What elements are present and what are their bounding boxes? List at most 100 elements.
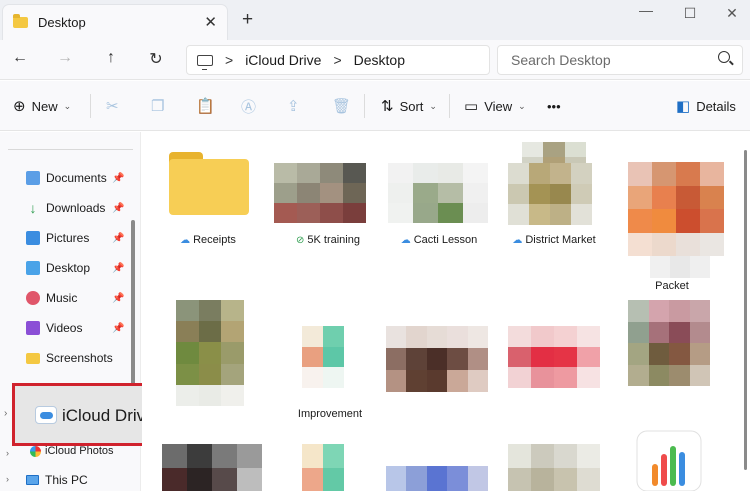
address-bar-row: ← → ↑ ↻ > iCloud Drive > Desktop — [0, 40, 750, 80]
view-button[interactable]: ▭ View ⌄ — [464, 81, 526, 131]
music-icon — [26, 291, 40, 305]
image-thumbnail — [508, 163, 592, 225]
image-thumbnail — [388, 163, 488, 223]
chevron-right-icon[interactable]: › — [6, 448, 9, 458]
pin-icon[interactable]: 📌 — [112, 203, 124, 214]
sort-button[interactable]: ⇅ Sort ⌄ — [381, 81, 437, 131]
cloud-icon: ☁ — [180, 235, 191, 246]
divider — [8, 149, 133, 150]
cloud-icon: ☁ — [400, 235, 411, 246]
folder-icon — [26, 352, 40, 364]
search-input[interactable] — [497, 45, 743, 75]
image-thumbnail — [274, 163, 366, 223]
sidebar-item-pictures[interactable]: Pictures 📌 — [26, 226, 126, 250]
image-thumbnail — [302, 444, 344, 491]
sidebar-item-music[interactable]: Music 📌 — [26, 286, 126, 310]
file-item[interactable] — [162, 444, 266, 491]
cut-button[interactable]: ✂ — [106, 81, 119, 131]
breadcrumb[interactable]: > iCloud Drive > Desktop — [186, 45, 490, 75]
sidebar-item-documents[interactable]: Documents 📌 — [26, 166, 126, 190]
file-item[interactable] — [626, 300, 730, 410]
videos-icon — [26, 321, 40, 335]
file-item[interactable] — [386, 300, 490, 410]
photos-icon — [30, 445, 41, 457]
file-item[interactable]: ☁ Receipts — [142, 132, 249, 252]
rename-button[interactable]: Ⓐ — [241, 81, 256, 131]
pin-icon[interactable]: 📌 — [112, 173, 124, 184]
sidebar-item-label: This PC — [45, 473, 88, 487]
sidebar-item-downloads[interactable]: ↓ Downloads 📌 — [26, 196, 126, 220]
close-window-button[interactable]: ✕ — [722, 5, 742, 22]
downloads-icon: ↓ — [29, 200, 37, 216]
new-tab-button[interactable]: + — [242, 9, 253, 31]
file-item[interactable] — [386, 444, 490, 491]
back-button[interactable]: ← — [9, 49, 31, 67]
breadcrumb-desktop[interactable]: Desktop — [354, 52, 405, 68]
sidebar-item-label: Screenshots — [46, 351, 113, 365]
computer-icon — [26, 475, 39, 485]
new-button[interactable]: ⊕ New ⌄ — [13, 81, 71, 131]
view-label: View — [484, 98, 513, 114]
new-label: New — [31, 98, 58, 114]
file-item[interactable]: Improvement — [272, 300, 376, 425]
chevron-right-icon[interactable]: > — [225, 52, 233, 68]
cloud-icon: ☁ — [512, 235, 523, 246]
chevron-down-icon: ⌄ — [63, 100, 72, 111]
paste-button[interactable]: 📋 — [196, 81, 215, 131]
trash-icon: 🗑 — [332, 98, 352, 115]
image-thumbnail — [628, 300, 710, 386]
file-name: Packet — [655, 280, 689, 292]
sidebar-item-label: iCloud Drive — [62, 406, 155, 425]
file-item[interactable] — [636, 430, 740, 491]
sidebar-scrollbar[interactable] — [131, 220, 135, 400]
file-item[interactable] — [162, 300, 266, 410]
minimize-button[interactable]: — — [636, 2, 656, 18]
image-thumbnail — [386, 466, 488, 491]
icloud-icon — [35, 406, 57, 424]
monitor-icon[interactable] — [197, 54, 213, 70]
tab-bar: Desktop ✕ + — ☐ ✕ — [0, 0, 750, 40]
maximize-button[interactable]: ☐ — [680, 5, 700, 22]
sidebar-item-label: Documents — [46, 171, 107, 185]
synced-check-icon: ⊘ — [296, 235, 305, 246]
delete-button[interactable]: 🗑 — [332, 81, 351, 131]
scissors-icon: ✂ — [106, 98, 119, 115]
file-item[interactable]: ⊘ 5K training — [272, 132, 376, 252]
breadcrumb-icloud-drive[interactable]: iCloud Drive — [245, 52, 321, 68]
refresh-button[interactable]: ↻ — [145, 49, 167, 69]
file-item[interactable]: ☁ District Market — [502, 132, 606, 252]
chevron-down-icon: ⌄ — [518, 100, 526, 111]
sidebar-item-label: Desktop — [46, 261, 91, 275]
chevron-right-icon[interactable]: › — [4, 408, 7, 419]
folder-icon — [13, 14, 28, 28]
sidebar-item-this-pc[interactable]: This PC — [26, 471, 88, 489]
file-item[interactable]: Packet — [626, 132, 730, 297]
pin-icon[interactable]: 📌 — [112, 233, 124, 244]
content-scrollbar[interactable] — [744, 150, 747, 470]
pin-icon[interactable]: 📌 — [112, 323, 124, 334]
image-thumbnail — [508, 326, 600, 388]
sidebar-item-screenshots[interactable]: Screenshots — [26, 346, 126, 370]
file-name: ☁ District Market — [512, 234, 596, 246]
details-button[interactable]: ◧ Details — [676, 81, 736, 131]
tab-desktop[interactable]: Desktop ✕ — [2, 4, 228, 40]
search-icon[interactable] — [718, 51, 730, 63]
forward-button[interactable]: → — [54, 49, 76, 67]
chevron-right-icon[interactable]: > — [333, 52, 341, 68]
documents-icon — [26, 171, 40, 185]
file-item[interactable]: ☁ Cacti Lesson — [388, 132, 492, 252]
sidebar-item-desktop[interactable]: Desktop 📌 — [26, 256, 126, 280]
share-button[interactable]: ⇪ — [287, 81, 300, 131]
tab-title: Desktop — [38, 15, 86, 30]
image-thumbnail — [176, 300, 244, 406]
pin-icon[interactable]: 📌 — [112, 263, 124, 274]
sidebar-item-videos[interactable]: Videos 📌 — [26, 316, 126, 340]
close-tab-icon[interactable]: ✕ — [204, 13, 217, 31]
pin-icon[interactable]: 📌 — [112, 293, 124, 304]
more-options-button[interactable]: ••• — [547, 81, 561, 131]
file-item[interactable] — [506, 444, 610, 491]
copy-button[interactable]: ❐ — [151, 81, 164, 131]
chevron-right-icon[interactable]: › — [6, 474, 9, 484]
file-item[interactable] — [506, 300, 610, 410]
up-button[interactable]: ↑ — [100, 49, 122, 67]
